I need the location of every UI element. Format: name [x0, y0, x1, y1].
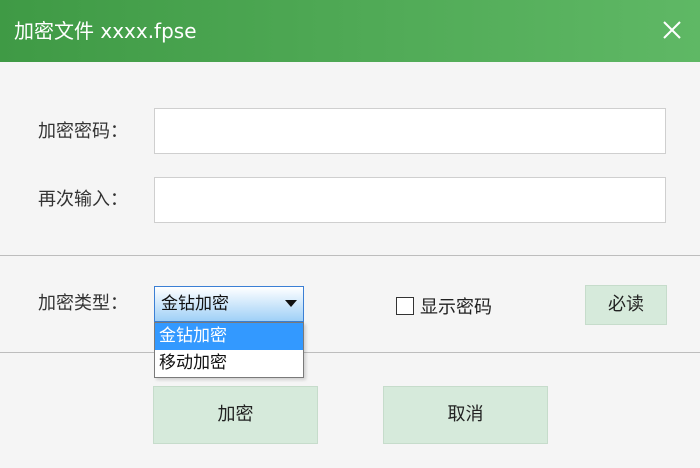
bottom-divider	[0, 352, 700, 353]
encryption-type-selected-value: 金钻加密	[161, 294, 229, 314]
password-label: 加密密码：	[38, 121, 128, 142]
top-divider	[0, 255, 700, 256]
title-bar: 加密文件 xxxx.fpse	[0, 0, 700, 62]
encryption-type-select[interactable]: 金钻加密	[154, 286, 304, 322]
checkbox-box[interactable]	[396, 297, 414, 315]
cancel-button[interactable]: 取消	[383, 386, 548, 444]
window-title: 加密文件 xxxx.fpse	[14, 19, 197, 43]
show-password-label: 显示密码	[420, 297, 492, 318]
encryption-type-label: 加密类型：	[38, 293, 128, 314]
close-button[interactable]	[658, 16, 686, 44]
close-icon	[663, 21, 681, 39]
encrypt-button[interactable]: 加密	[153, 386, 318, 444]
dropdown-option-gold-diamond[interactable]: 金钻加密	[155, 323, 303, 350]
must-read-button[interactable]: 必读	[585, 285, 667, 325]
chevron-down-icon	[285, 300, 297, 307]
encrypt-file-dialog: 加密文件 xxxx.fpse 加密密码： 再次输入： 加密类型： 金钻加密 金钻…	[0, 0, 700, 468]
show-password-checkbox[interactable]: 显示密码	[396, 294, 492, 318]
confirm-password-label: 再次输入：	[38, 189, 128, 210]
encryption-type-dropdown: 金钻加密 移动加密	[154, 322, 304, 378]
dropdown-option-mobile[interactable]: 移动加密	[155, 350, 303, 377]
confirm-password-input[interactable]	[154, 177, 666, 223]
password-input[interactable]	[154, 108, 666, 154]
